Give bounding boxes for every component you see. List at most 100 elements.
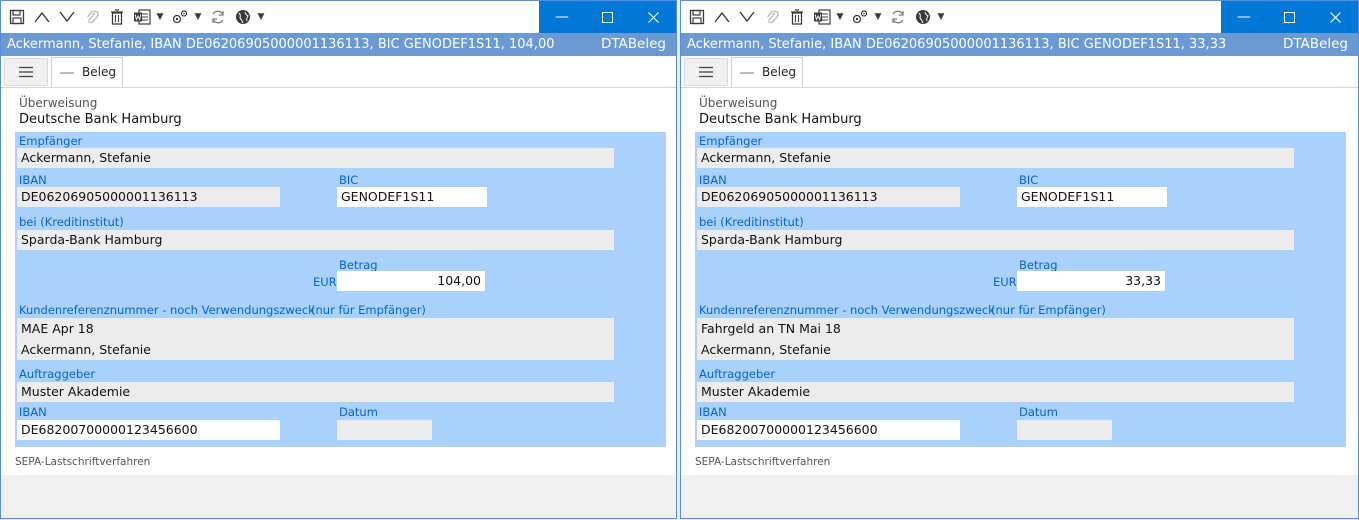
reference-line-2: Ackermann, Stefanie xyxy=(21,342,151,357)
menu-button[interactable] xyxy=(4,58,48,86)
iban-field[interactable]: DE06206905000001136113 xyxy=(697,187,960,207)
iban-field[interactable]: DE06206905000001136113 xyxy=(17,187,280,207)
word-icon[interactable] xyxy=(810,4,834,30)
tab-indicator xyxy=(740,72,754,74)
recipient-field[interactable]: Ackermann, Stefanie xyxy=(17,148,614,168)
maximize-icon[interactable] xyxy=(1267,1,1313,33)
recipient-field[interactable]: Ackermann, Stefanie xyxy=(697,148,1294,168)
window-title: Ackermann, Stefanie, IBAN DE062069050000… xyxy=(687,37,1227,52)
toolbar: ▼ ▼ ▼ — xyxy=(1,1,676,33)
reference-note: (nur für Empfänger) xyxy=(991,303,1106,317)
window-controls: — xyxy=(1221,1,1358,33)
transfer-form: Überweisung Deutsche Bank Hamburg Empfän… xyxy=(681,88,1358,475)
tab-beleg[interactable]: Beleg xyxy=(51,57,123,87)
currency-label: EUR xyxy=(993,275,1017,289)
bic-field[interactable]: GENODEF1S11 xyxy=(1017,187,1167,207)
close-icon[interactable] xyxy=(630,1,676,33)
date-field[interactable] xyxy=(1017,420,1112,440)
minimize-icon[interactable]: — xyxy=(1221,1,1267,33)
payer-field[interactable]: Muster Akademie xyxy=(17,382,614,402)
refresh-icon[interactable] xyxy=(886,4,910,30)
window-controls: — xyxy=(539,1,676,33)
recipient-label: Empfänger xyxy=(19,134,83,148)
menu-button[interactable] xyxy=(684,58,728,86)
transfer-panel: Empfänger Ackermann, Stefanie IBAN DE062… xyxy=(695,132,1346,447)
reference-note: (nur für Empfänger) xyxy=(311,303,426,317)
amount-label: Betrag xyxy=(339,258,378,272)
bank-name: Deutsche Bank Hamburg xyxy=(699,112,862,127)
chevron-down-icon[interactable]: ▼ xyxy=(256,4,266,30)
amount-field[interactable]: 33,33 xyxy=(1017,271,1165,291)
bic-label: BIC xyxy=(339,173,359,187)
arrow-up-icon[interactable] xyxy=(710,4,734,30)
save-icon[interactable] xyxy=(685,4,709,30)
attach-icon[interactable] xyxy=(80,4,104,30)
footer-note: SEPA-Lastschriftverfahren xyxy=(695,456,831,468)
document-type-label: DTABeleg xyxy=(600,36,666,52)
gears-icon[interactable] xyxy=(168,4,192,30)
date-field[interactable] xyxy=(337,420,432,440)
window-title: Ackermann, Stefanie, IBAN DE062069050000… xyxy=(7,37,555,52)
institute-label: bei (Kreditinstitut) xyxy=(19,215,124,229)
minimize-icon[interactable]: — xyxy=(539,1,585,33)
iban-label: IBAN xyxy=(19,173,47,187)
hamburger-icon xyxy=(699,66,713,78)
trash-icon[interactable] xyxy=(785,4,809,30)
amount-label: Betrag xyxy=(1019,258,1058,272)
tab-bar: Beleg xyxy=(681,56,1358,88)
transfer-form: Überweisung Deutsche Bank Hamburg Empfän… xyxy=(1,88,676,475)
section-label: Überweisung xyxy=(19,96,98,110)
globe-icon[interactable] xyxy=(231,4,255,30)
institute-field[interactable]: Sparda-Bank Hamburg xyxy=(17,230,614,250)
window-left: ▼ ▼ ▼ — Ackermann, Stefanie, IBAN DE0620… xyxy=(0,0,677,519)
reference-label: Kundenreferenznummer - noch Verwendungsz… xyxy=(19,303,315,317)
payer-iban-label: IBAN xyxy=(699,405,727,419)
date-label: Datum xyxy=(339,405,378,419)
bic-field[interactable]: GENODEF1S11 xyxy=(337,187,487,207)
title-bar: Ackermann, Stefanie, IBAN DE062069050000… xyxy=(1,33,676,56)
reference-field[interactable]: Fahrgeld an TN Mai 18 Ackermann, Stefani… xyxy=(697,318,1294,360)
payer-field[interactable]: Muster Akademie xyxy=(697,382,1294,402)
attach-icon[interactable] xyxy=(760,4,784,30)
institute-label: bei (Kreditinstitut) xyxy=(699,215,804,229)
payer-label: Auftraggeber xyxy=(19,367,96,381)
gears-icon[interactable] xyxy=(848,4,872,30)
amount-field[interactable]: 104,00 xyxy=(337,271,485,291)
close-icon[interactable] xyxy=(1312,1,1358,33)
hamburger-icon xyxy=(19,66,33,78)
payer-iban-label: IBAN xyxy=(19,405,47,419)
institute-field[interactable]: Sparda-Bank Hamburg xyxy=(697,230,1294,250)
arrow-down-icon[interactable] xyxy=(735,4,759,30)
arrow-down-icon[interactable] xyxy=(55,4,79,30)
payer-iban-field[interactable]: DE68200700000123456600 xyxy=(697,420,960,440)
payer-iban-field[interactable]: DE68200700000123456600 xyxy=(17,420,280,440)
tab-bar: Beleg xyxy=(1,56,676,88)
trash-icon[interactable] xyxy=(105,4,129,30)
arrow-up-icon[interactable] xyxy=(30,4,54,30)
save-icon[interactable] xyxy=(5,4,29,30)
chevron-down-icon[interactable]: ▼ xyxy=(936,4,946,30)
reference-line-2: Ackermann, Stefanie xyxy=(701,342,831,357)
chevron-down-icon[interactable]: ▼ xyxy=(193,4,203,30)
tab-indicator xyxy=(60,72,74,74)
reference-line-1: Fahrgeld an TN Mai 18 xyxy=(701,321,841,336)
iban-label: IBAN xyxy=(699,173,727,187)
bank-name: Deutsche Bank Hamburg xyxy=(19,112,182,127)
currency-label: EUR xyxy=(313,275,337,289)
maximize-icon[interactable] xyxy=(585,1,631,33)
recipient-label: Empfänger xyxy=(699,134,763,148)
reference-label: Kundenreferenznummer - noch Verwendungsz… xyxy=(699,303,995,317)
word-icon[interactable] xyxy=(130,4,154,30)
document-type-label: DTABeleg xyxy=(1282,36,1348,52)
date-label: Datum xyxy=(1019,405,1058,419)
globe-icon[interactable] xyxy=(911,4,935,30)
transfer-panel: Empfänger Ackermann, Stefanie IBAN DE062… xyxy=(15,132,666,447)
chevron-down-icon[interactable]: ▼ xyxy=(835,4,845,30)
chevron-down-icon[interactable]: ▼ xyxy=(155,4,165,30)
footer-note: SEPA-Lastschriftverfahren xyxy=(15,456,151,468)
chevron-down-icon[interactable]: ▼ xyxy=(873,4,883,30)
tab-beleg[interactable]: Beleg xyxy=(731,57,803,87)
payer-label: Auftraggeber xyxy=(699,367,776,381)
refresh-icon[interactable] xyxy=(206,4,230,30)
reference-field[interactable]: MAE Apr 18 Ackermann, Stefanie xyxy=(17,318,614,360)
